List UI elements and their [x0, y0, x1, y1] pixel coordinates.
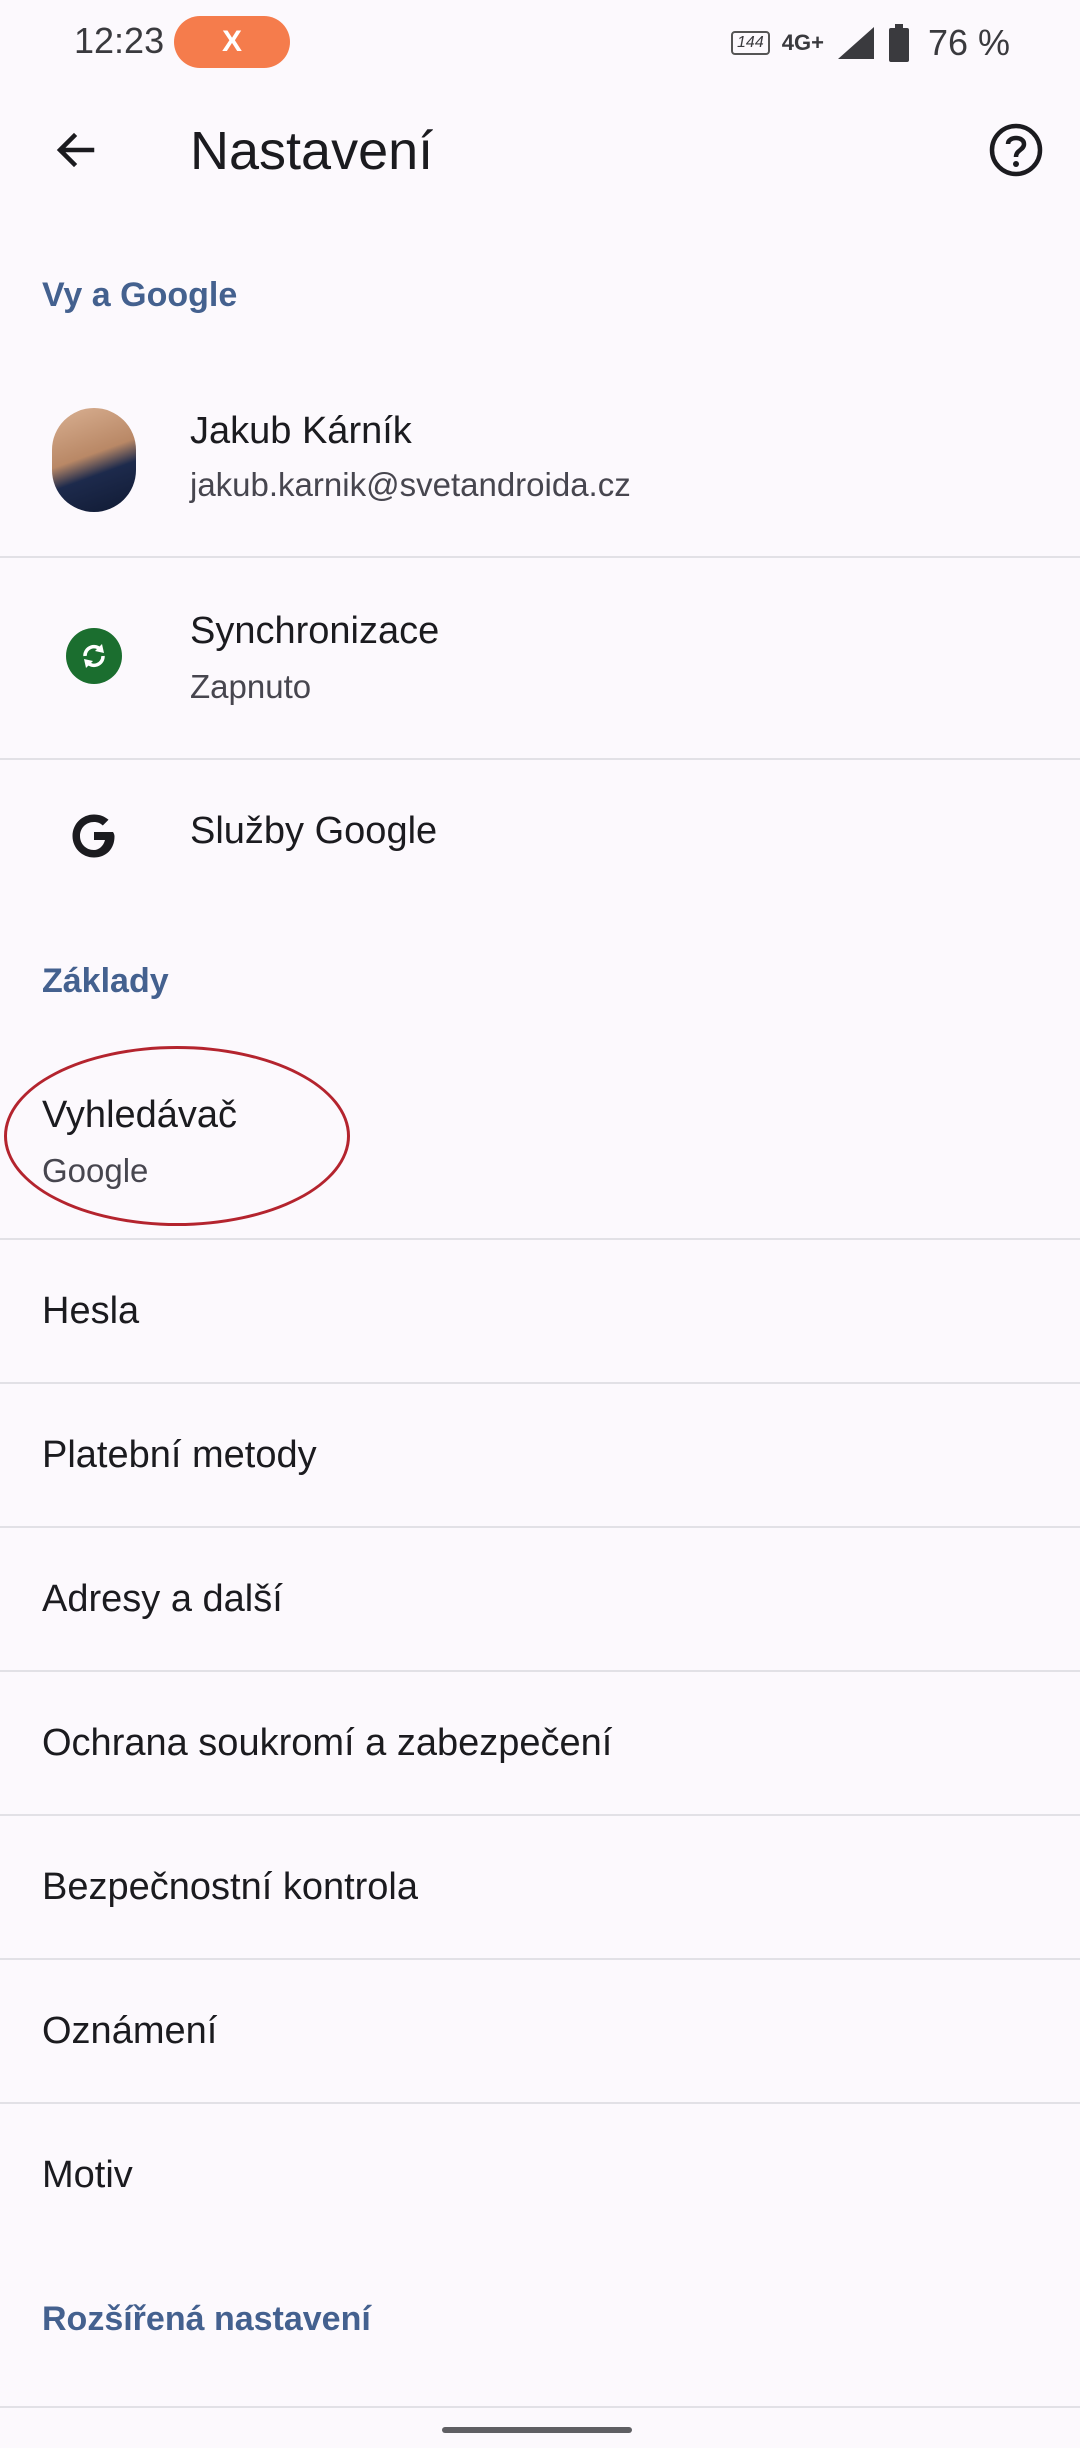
addresses-label: Adresy a další — [42, 1578, 283, 1620]
refresh-rate-icon: 144 — [731, 31, 770, 55]
account-row[interactable]: Jakub Kárník jakub.karnik@svetandroida.c… — [0, 380, 1080, 556]
privacy-security-row[interactable]: Ochrana soukromí a zabezpečení — [0, 1672, 1080, 1814]
battery-percentage: 76 % — [927, 22, 1010, 63]
page-title: Nastavení — [190, 121, 434, 181]
status-time: 12:23 — [74, 20, 165, 61]
battery-icon — [888, 24, 909, 62]
notifications-label: Oznámení — [42, 2010, 218, 2052]
x-logo-icon: X — [221, 25, 242, 58]
passwords-row[interactable]: Hesla — [0, 1240, 1080, 1382]
help-circle-icon — [989, 123, 1043, 177]
account-email: jakub.karnik@svetandroida.cz — [190, 466, 631, 503]
status-icons: 144 4G+ 76 % — [731, 18, 1010, 68]
google-services-title: Služby Google — [190, 810, 438, 852]
safety-check-row[interactable]: Bezpečnostní kontrola — [0, 1816, 1080, 1958]
home-indicator[interactable] — [442, 2427, 632, 2433]
signal-icon — [837, 27, 874, 59]
divider — [0, 2406, 1080, 2408]
help-button[interactable] — [980, 114, 1052, 186]
app-bar: Nastavení — [0, 84, 1080, 220]
avatar — [52, 408, 136, 512]
sync-icon — [66, 628, 122, 684]
payment-methods-label: Platební metody — [42, 1434, 317, 1476]
google-services-row[interactable]: Služby Google — [0, 760, 1080, 910]
passwords-label: Hesla — [42, 1290, 140, 1332]
notifications-row[interactable]: Oznámení — [0, 1960, 1080, 2102]
section-header-advanced: Rozšířená nastavení — [42, 2300, 371, 2338]
sync-title: Synchronizace — [190, 610, 440, 652]
theme-row[interactable]: Motiv — [0, 2104, 1080, 2246]
payment-methods-row[interactable]: Platební metody — [0, 1384, 1080, 1526]
network-type-icon: 4G+ — [781, 30, 824, 55]
theme-label: Motiv — [42, 2154, 133, 2196]
status-notification-pill[interactable]: X — [174, 16, 290, 68]
section-header-you-and-google: Vy a Google — [42, 276, 238, 314]
arrow-left-icon — [56, 132, 95, 168]
section-header-basics: Základy — [42, 962, 169, 1000]
highlight-annotation-circle — [4, 1046, 350, 1226]
account-name: Jakub Kárník — [190, 410, 412, 452]
sync-status: Zapnuto — [190, 668, 312, 705]
privacy-security-label: Ochrana soukromí a zabezpečení — [42, 1722, 613, 1764]
safety-check-label: Bezpečnostní kontrola — [42, 1866, 419, 1908]
addresses-row[interactable]: Adresy a další — [0, 1528, 1080, 1670]
google-g-icon — [68, 810, 120, 862]
status-bar: 12:23 X 144 4G+ 76 % — [0, 0, 1080, 84]
back-button[interactable] — [40, 114, 112, 186]
sync-row[interactable]: Synchronizace Zapnuto — [0, 558, 1080, 758]
